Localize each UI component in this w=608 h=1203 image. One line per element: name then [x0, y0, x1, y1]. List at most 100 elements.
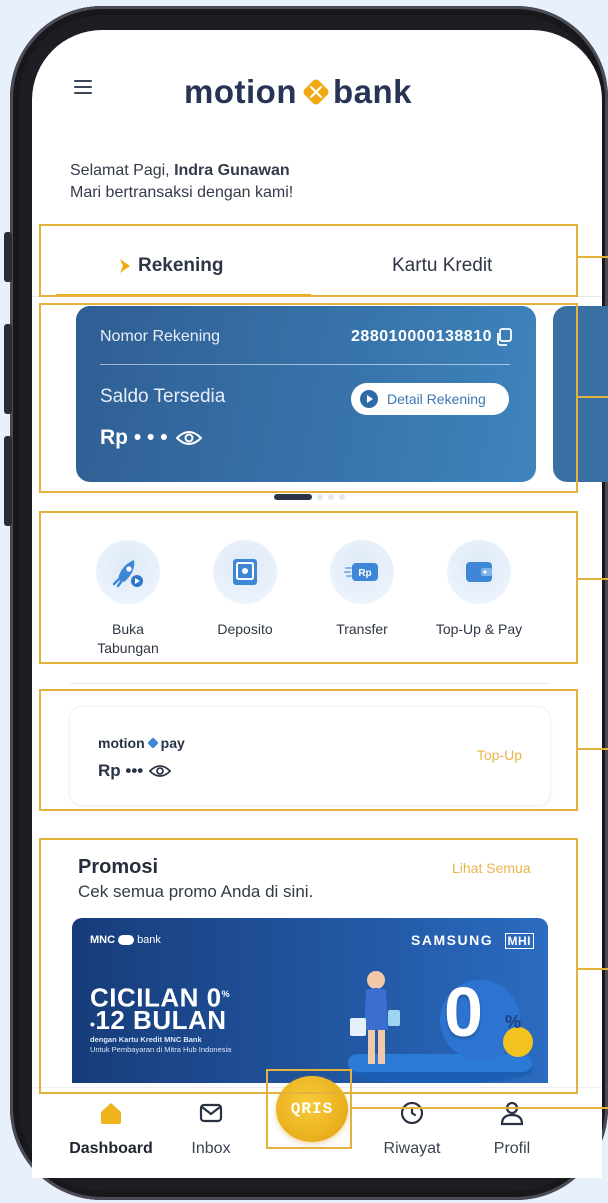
annotation-line — [578, 396, 608, 398]
banner-headline-2: 12 BULAN — [95, 1004, 227, 1035]
logo-text-right: bank — [332, 73, 413, 110]
banner-percent: % — [505, 1012, 522, 1032]
banner-brand-right: bank — [137, 934, 161, 946]
menu-label-top-up-pay: Top-Up & Pay — [435, 621, 523, 637]
carousel-dot[interactable] — [328, 494, 334, 500]
chevron-right-icon — [120, 259, 130, 273]
banner-fine-print-1: dengan Kartu Kredit MNC Bank — [90, 1035, 202, 1044]
hamburger-line — [74, 92, 92, 94]
menu-icon-bg — [96, 540, 160, 604]
nav-inbox[interactable]: Inbox — [166, 1100, 256, 1158]
detail-rekening-button[interactable]: Detail Rekening — [351, 383, 509, 415]
banner-partner-2: MHI — [504, 933, 534, 949]
mute-switch — [4, 232, 12, 282]
carousel-dot[interactable] — [317, 494, 323, 500]
user-icon — [500, 1101, 524, 1126]
annotation-line — [352, 1107, 608, 1109]
banner-brand: MNC bank — [90, 934, 161, 946]
mnc-logo-icon — [118, 935, 135, 945]
user-name: Indra Gunawan — [174, 162, 290, 179]
menu-button[interactable] — [74, 80, 94, 96]
hamburger-line — [74, 86, 92, 88]
annotation-line — [578, 578, 608, 580]
eye-icon[interactable] — [149, 764, 172, 778]
promo-banner[interactable]: MNC bank SAMSUNG MHI CICILAN 0% •12 BULA… — [72, 918, 548, 1083]
menu-label-transfer: Transfer — [336, 621, 388, 637]
tab-kartu-kredit-label: Kartu Kredit — [392, 255, 493, 276]
balance-masked: Rp • • • — [100, 426, 168, 449]
hamburger-icon — [74, 80, 92, 82]
motion-diamond-icon — [303, 79, 329, 105]
banner-partner: SAMSUNG MHI — [411, 932, 534, 949]
logo-text-left: motion — [184, 73, 297, 110]
safe-icon — [233, 559, 257, 585]
qris-label: QRIS — [290, 1100, 334, 1118]
account-number-value: 288010000138810 — [351, 328, 492, 345]
play-circle-icon — [360, 390, 378, 408]
detail-rekening-label: Detail Rekening — [387, 391, 486, 407]
nav-profil-label: Profil — [493, 1140, 531, 1157]
menu-transfer[interactable]: Rp Transfer — [307, 540, 417, 639]
banner-partner-name: SAMSUNG — [411, 932, 494, 948]
motionpay-logo-left: motion — [98, 735, 145, 751]
greeting: Selamat Pagi, Indra Gunawan Mari bertran… — [70, 160, 293, 204]
home-icon — [101, 1103, 121, 1124]
nav-dashboard[interactable]: Dashboard — [66, 1100, 156, 1158]
transfer-icon: Rp — [344, 563, 378, 581]
menu-deposito[interactable]: Deposito — [190, 540, 300, 639]
menu-icon-bg: Rp — [330, 540, 394, 604]
banner-fine-print-2: Untuk Pembayaran di Mitra Hub Indonesia — [90, 1045, 232, 1054]
menu-label-buka-tabungan: Buka Tabungan — [73, 620, 183, 658]
annotation-line — [578, 968, 608, 970]
banner-headline: CICILAN 0% •12 BULAN — [90, 982, 231, 1035]
menu-buka-tabungan[interactable]: Buka Tabungan — [73, 540, 183, 658]
carousel-dot[interactable] — [339, 494, 345, 500]
app-logo: motion bank — [184, 70, 412, 114]
greeting-subtitle: Mari bertransaksi dengan kami! — [70, 184, 294, 201]
mail-icon — [199, 1103, 223, 1123]
menu-label-deposito: Deposito — [217, 621, 273, 637]
volume-down-button — [4, 436, 12, 526]
motionpay-logo: motion pay — [98, 735, 185, 751]
rocket-icon — [112, 560, 143, 588]
nav-dashboard-label: Dashboard — [69, 1140, 153, 1157]
banner-big-zero: 0 — [444, 973, 483, 1051]
tab-rekening-label: Rekening — [138, 255, 224, 276]
balance-label: Saldo Tersedia — [100, 386, 226, 407]
qris-button[interactable]: QRIS — [276, 1076, 348, 1142]
volume-up-button — [4, 324, 12, 414]
carousel-dot-active[interactable] — [274, 494, 312, 500]
motionpay-balance-masked: Rp ••• — [98, 761, 144, 780]
nav-riwayat-label: Riwayat — [383, 1140, 441, 1157]
card-divider — [100, 364, 510, 365]
promo-title: Promosi — [78, 856, 159, 878]
motionpay-balance: Rp ••• — [98, 761, 172, 781]
label-text: Buka Tabungan — [97, 621, 159, 656]
svg-text:Rp: Rp — [358, 568, 371, 579]
tab-rekening[interactable]: Rekening — [118, 255, 224, 277]
tab-kartu-kredit[interactable]: Kartu Kredit — [392, 255, 492, 277]
banner-brand-left: MNC — [90, 934, 116, 946]
menu-icon-bg — [213, 540, 277, 604]
motionpay-card[interactable]: motion pay Rp ••• Top-Up — [70, 707, 550, 805]
menu-top-up-pay[interactable]: Top-Up & Pay — [424, 540, 534, 639]
account-number-label: Nomor Rekening — [100, 328, 221, 345]
diamond-icon — [147, 737, 158, 749]
promo-subtitle: Cek semua promo Anda di sini. — [78, 882, 314, 901]
next-account-card[interactable] — [553, 306, 608, 482]
wallet-icon — [466, 562, 492, 582]
carousel-indicator — [274, 494, 350, 500]
top-up-link[interactable]: Top-Up — [477, 747, 522, 763]
greeting-salutation: Selamat Pagi, — [70, 162, 175, 179]
annotation-line — [578, 748, 608, 750]
section-divider — [70, 683, 550, 684]
annotation-line — [578, 256, 608, 258]
account-card[interactable]: Nomor Rekening 288010000138810 Saldo Ter… — [76, 306, 536, 482]
menu-icon-bg — [447, 540, 511, 604]
clock-icon — [400, 1101, 424, 1125]
eye-icon[interactable] — [175, 430, 202, 446]
copy-icon[interactable] — [496, 328, 512, 346]
motionpay-logo-right: pay — [160, 735, 185, 751]
see-all-promo-link[interactable]: Lihat Semua — [452, 860, 531, 876]
tab-active-indicator — [56, 294, 311, 297]
